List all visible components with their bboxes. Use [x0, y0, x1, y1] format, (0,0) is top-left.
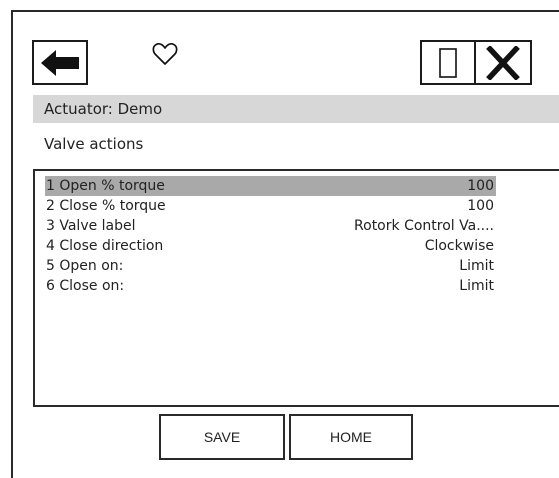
list-item-open-on[interactable]: 5 Open on: Limit [45, 256, 496, 276]
close-button[interactable] [474, 40, 532, 85]
list-item-value: Limit [459, 278, 494, 294]
list-item-value: 100 [467, 198, 494, 214]
list-item-label: 5 Open on: [46, 258, 124, 274]
list-item-value: Clockwise [424, 238, 494, 254]
actuator-title: Actuator: Demo [44, 100, 163, 118]
heart-outline-icon[interactable] [151, 41, 179, 67]
list-item-close-direction[interactable]: 4 Close direction Clockwise [45, 236, 496, 256]
blank-action-button[interactable] [420, 40, 476, 85]
valve-actions-list: 1 Open % torque 100 2 Close % torque 100… [33, 169, 559, 407]
save-button[interactable]: SAVE [159, 414, 285, 460]
list-item-close-on[interactable]: 6 Close on: Limit [45, 276, 496, 296]
list-item-valve-label[interactable]: 3 Valve label Rotork Control Va.... [45, 216, 496, 236]
blank-box-icon [439, 47, 457, 78]
back-arrow-icon [41, 49, 79, 76]
list-item-label: 3 Valve label [46, 218, 136, 234]
list-item-label: 4 Close direction [46, 238, 164, 254]
list-item-label: 6 Close on: [46, 278, 125, 294]
list-item-open-torque[interactable]: 1 Open % torque 100 [45, 176, 496, 196]
close-x-icon [486, 45, 520, 80]
list-item-value: 100 [467, 178, 494, 194]
back-button[interactable] [32, 40, 88, 85]
list-item-value: Rotork Control Va.... [354, 218, 494, 234]
actuator-title-bar: Actuator: Demo [33, 95, 559, 123]
list-item-label: 2 Close % torque [46, 198, 166, 214]
section-title: Valve actions [44, 135, 144, 153]
list-item-close-torque[interactable]: 2 Close % torque 100 [45, 196, 496, 216]
list-item-value: Limit [459, 258, 494, 274]
home-button[interactable]: HOME [289, 414, 413, 460]
list-item-label: 1 Open % torque [46, 178, 165, 194]
